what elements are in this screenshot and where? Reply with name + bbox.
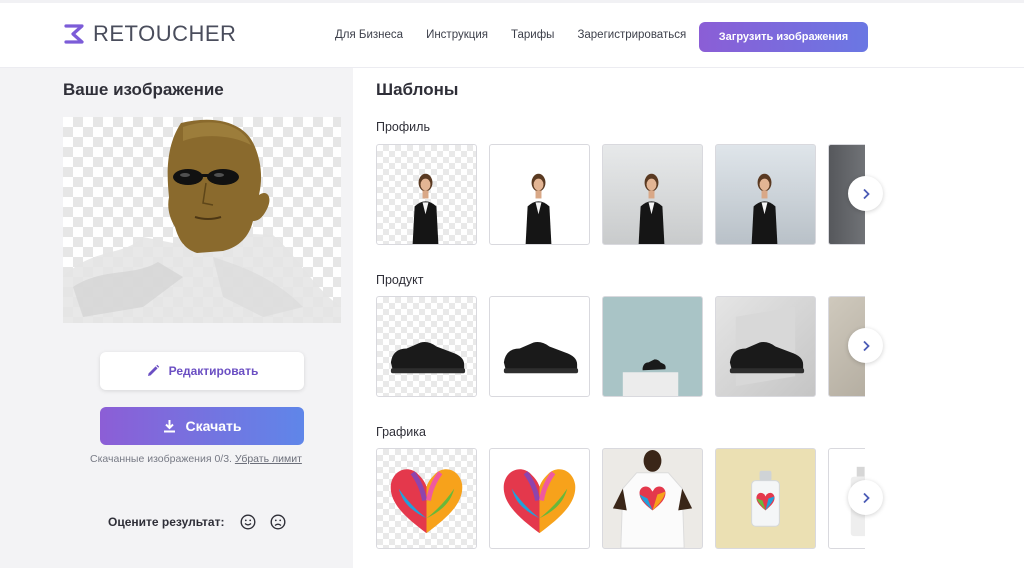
sneaker-on-podium-image — [622, 359, 679, 396]
graphics-template-bottle[interactable] — [715, 448, 816, 549]
profile-templates-row — [376, 144, 865, 246]
nav-business[interactable]: Для Бизнеса — [335, 29, 403, 41]
woman-figure — [638, 173, 665, 244]
graphics-template-transparent[interactable] — [376, 448, 477, 549]
nav-register[interactable]: Зарегистрироваться — [577, 29, 686, 41]
bottle-mockup-image — [751, 470, 780, 527]
product-next-button[interactable] — [848, 328, 883, 363]
sneaker-image — [503, 342, 579, 374]
download-button[interactable]: Скачать — [100, 407, 304, 445]
remove-limit-link[interactable]: Убрать лимит — [235, 453, 302, 465]
result-image-graphic — [63, 119, 341, 323]
profile-template-blue-gray[interactable] — [715, 144, 816, 245]
graphics-templates-row — [376, 448, 865, 550]
chevron-right-icon — [862, 188, 870, 199]
rating: Оцените результат: — [108, 514, 286, 530]
product-template-transparent[interactable] — [376, 296, 477, 397]
edit-button-label: Редактировать — [168, 364, 259, 378]
result-panel: Ваше изображение Редактировать Скачать С… — [0, 68, 353, 568]
smile-icon[interactable] — [240, 514, 256, 530]
woman-figure — [412, 173, 439, 244]
download-limit: Скачанные изображения 0/3. Убрать лимит — [90, 453, 302, 465]
logo[interactable]: RETOUCHER — [63, 21, 236, 47]
profile-template-transparent[interactable] — [376, 144, 477, 245]
frown-icon[interactable] — [270, 514, 286, 530]
heart-logo-image — [390, 469, 463, 534]
logo-text: RETOUCHER — [93, 21, 237, 46]
download-icon — [163, 420, 175, 433]
profile-template-gray[interactable] — [602, 144, 703, 245]
product-template-podium[interactable] — [602, 296, 703, 397]
upload-images-button[interactable]: Загрузить изображения — [699, 22, 868, 52]
result-image — [63, 117, 341, 323]
header: RETOUCHER Для Бизнеса Инструкция Тарифы … — [0, 0, 1024, 68]
woman-figure — [751, 173, 778, 244]
graphics-template-white[interactable] — [489, 448, 590, 549]
product-templates-row — [376, 296, 865, 398]
section-profile-label: Профиль — [376, 120, 430, 134]
section-graphics-label: Графика — [376, 425, 426, 439]
edit-button[interactable]: Редактировать — [100, 352, 304, 390]
nav-pricing[interactable]: Тарифы — [511, 29, 554, 41]
section-product-label: Продукт — [376, 273, 424, 287]
chevron-right-icon — [862, 492, 870, 503]
woman-figure — [525, 173, 552, 244]
result-title: Ваше изображение — [63, 80, 224, 99]
profile-template-white[interactable] — [489, 144, 590, 245]
sneaker-image — [390, 342, 466, 374]
profile-next-button[interactable] — [848, 176, 883, 211]
logo-icon — [64, 24, 84, 44]
rating-label: Оцените результат: — [108, 515, 225, 529]
nav-instructions[interactable]: Инструкция — [426, 29, 488, 41]
chevron-right-icon — [862, 340, 870, 351]
product-template-gray[interactable] — [715, 296, 816, 397]
templates-title: Шаблоны — [376, 80, 459, 99]
heart-logo-image — [503, 469, 576, 534]
download-button-label: Скачать — [185, 418, 242, 434]
graphics-template-tshirt[interactable] — [602, 448, 703, 549]
tshirt-mockup-image — [612, 449, 693, 548]
pencil-icon — [147, 364, 159, 376]
download-limit-text: Скачанные изображения 0/3. — [90, 453, 232, 465]
sneaker-image — [729, 306, 805, 387]
main-nav: Для Бизнеса Инструкция Тарифы Зарегистри… — [335, 29, 686, 41]
graphics-next-button[interactable] — [848, 480, 883, 515]
product-template-white[interactable] — [489, 296, 590, 397]
